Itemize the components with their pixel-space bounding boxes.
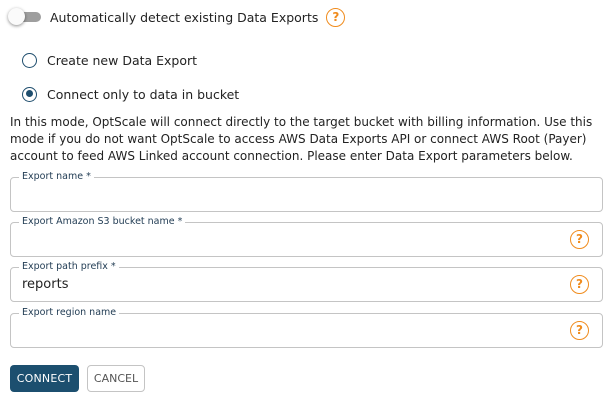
region-name-field[interactable]: Export region name ? bbox=[10, 306, 603, 348]
radio-button-icon[interactable] bbox=[22, 52, 37, 68]
field-label: Export Amazon S3 bucket name * bbox=[19, 215, 186, 229]
help-icon[interactable]: ? bbox=[570, 230, 589, 249]
auto-detect-toggle[interactable] bbox=[8, 7, 42, 27]
cancel-button[interactable]: CANCEL bbox=[87, 365, 145, 392]
export-name-field[interactable]: Export name * bbox=[10, 170, 603, 212]
field-label: Export region name bbox=[19, 306, 120, 320]
help-icon[interactable]: ? bbox=[570, 321, 589, 340]
help-icon[interactable]: ? bbox=[326, 7, 346, 27]
field-label: Export name * bbox=[19, 170, 94, 184]
toggle-thumb bbox=[8, 8, 25, 25]
field-value: reports bbox=[22, 277, 69, 292]
radio-button-checked-icon[interactable] bbox=[22, 86, 37, 102]
field-label: Export path prefix * bbox=[19, 260, 119, 274]
radio-label: Create new Data Export bbox=[47, 52, 198, 68]
help-icon[interactable]: ? bbox=[570, 275, 589, 294]
auto-detect-label: Automatically detect existing Data Expor… bbox=[50, 9, 319, 25]
auto-detect-row: Automatically detect existing Data Expor… bbox=[8, 6, 346, 28]
mode-description: In this mode, OptScale will connect dire… bbox=[10, 115, 593, 163]
radio-label: Connect only to data in bucket bbox=[47, 86, 240, 102]
radio-connect-bucket[interactable]: Connect only to data in bucket bbox=[22, 84, 239, 104]
connect-button[interactable]: CONNECT bbox=[10, 365, 79, 392]
path-prefix-field[interactable]: Export path prefix * reports ? bbox=[10, 260, 603, 302]
radio-create-new-export[interactable]: Create new Data Export bbox=[22, 50, 197, 70]
bucket-name-field[interactable]: Export Amazon S3 bucket name * ? bbox=[10, 215, 603, 257]
